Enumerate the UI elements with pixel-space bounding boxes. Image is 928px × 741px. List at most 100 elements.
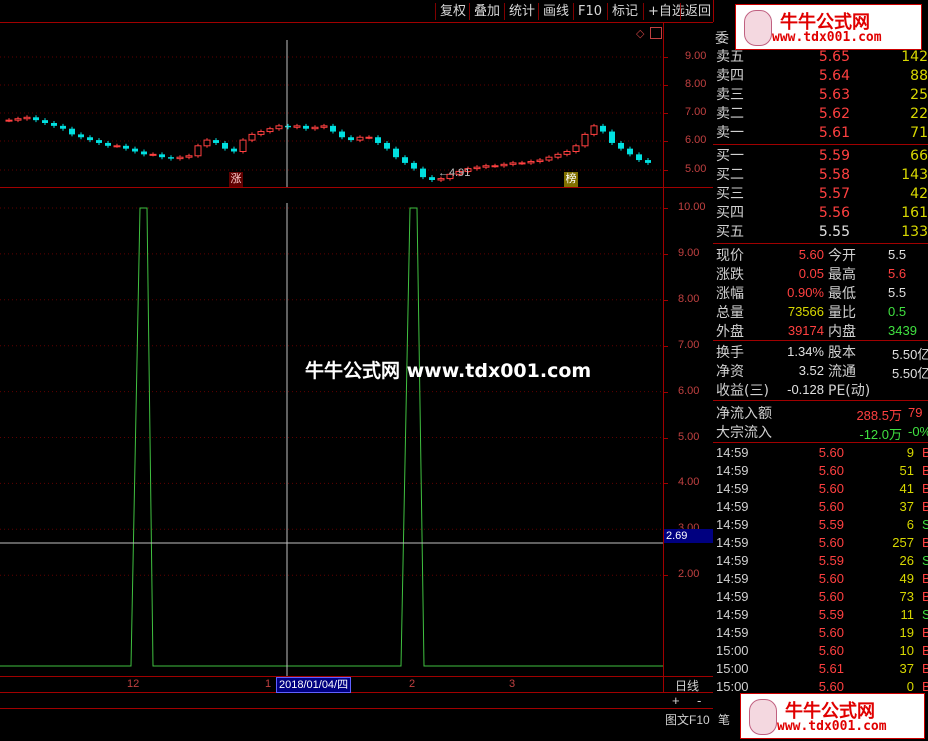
quote-label: 今开 [828,248,856,264]
book-separator [713,144,928,145]
ask-row[interactable]: 卖二 5.62 22 [716,105,928,124]
candle-body [78,134,84,138]
axis-tick-mark [663,345,668,347]
candle-body [518,162,526,165]
bid-row[interactable]: 买四 5.56 161 [716,204,928,223]
tick-time: 14:59 [716,589,749,604]
candle-body [527,160,535,164]
axis-tick-mark [663,575,668,577]
tick-volume: 9 [906,445,914,460]
candle-body [420,168,426,178]
logo-url: www.tdx001.com [772,30,882,45]
candle-body [491,165,499,168]
f10-button[interactable]: F10 [573,3,606,20]
tick-price: 5.60 [818,445,844,460]
ask-row[interactable]: 卖四 5.64 88 [716,67,928,86]
candle-body [33,117,39,121]
indicator-line [0,207,663,667]
bid-volume: 143 [901,167,928,183]
logo-bottom: 牛牛公式网 www.tdx001.com [740,693,925,739]
candle-body [168,157,174,159]
candle-body [239,139,247,152]
tab-f10-graphic[interactable]: 图文F10 [665,711,710,728]
tick-volume: 37 [899,661,914,676]
candle-body [375,137,381,143]
bid-price: 5.56 [818,205,850,221]
tick-time: 14:59 [716,499,749,514]
candle-body [545,156,553,161]
tick-row: 14:59 5.60 49 B [716,570,928,588]
stats-separator [713,340,928,341]
tick-time: 14:59 [716,481,749,496]
indicator-chart[interactable] [0,188,663,676]
limit-up-marker[interactable]: 涨 [229,172,243,187]
stats-label: 净资 [716,364,744,380]
period-label[interactable]: 日线 [675,677,699,694]
bid-label: 买五 [716,224,744,240]
candle-body [356,136,364,141]
ask-row[interactable]: 卖一 5.61 71 [716,124,928,143]
candle-body [536,159,544,162]
tick-row: 14:59 5.60 51 B [716,462,928,480]
candle-body [42,120,48,123]
tick-row: 14:59 5.59 26 S [716,552,928,570]
zoom-in-button[interactable]: + [672,693,680,708]
ranking-marker[interactable]: 榜 [564,172,578,187]
ask-row[interactable]: 卖五 5.65 142 [716,48,928,67]
tick-direction: B [922,463,928,478]
candle-body [185,155,193,158]
candle-body [203,139,211,147]
logo-top: 牛牛公式网 www.tdx001.com [735,4,922,50]
axis-tick-mark [663,437,668,439]
tick-volume: 37 [899,499,914,514]
bid-label: 买一 [716,148,744,164]
tick-volume: 6 [906,517,914,532]
bid-row[interactable]: 买五 5.55 133 [716,223,928,242]
kline-chart[interactable] [0,23,663,187]
ask-label: 卖二 [716,106,744,122]
tick-price: 5.59 [818,607,844,622]
tab-trades[interactable]: 笔 [718,711,730,728]
ask-volume: 22 [910,106,928,122]
watermark-text: 牛牛公式网 www.tdx001.com [305,360,592,382]
tick-direction: B [922,445,928,460]
ask-price: 5.62 [818,106,850,122]
tick-volume: 73 [899,589,914,604]
candle-body [69,128,75,135]
bid-label: 买四 [716,205,744,221]
bid-row[interactable]: 买二 5.58 143 [716,166,928,185]
tick-time: 15:00 [716,661,749,676]
bid-row[interactable]: 买三 5.57 42 [716,185,928,204]
flow-value: -12.0万 [859,427,902,442]
overlay-button[interactable]: 叠加 [469,3,504,20]
zoom-out-button[interactable]: - [697,693,701,708]
value-axis-tick: 7.00 [678,338,700,351]
back-button[interactable]: 返回 [680,3,715,20]
axis-tick-mark [663,483,668,485]
ask-price: 5.63 [818,87,850,103]
candle-body [563,151,571,155]
tick-row: 14:59 5.59 11 S [716,606,928,624]
quote-value: 5.5 [888,285,907,300]
tick-volume: 26 [899,553,914,568]
candle-body [231,148,237,152]
tick-volume: 49 [899,571,914,586]
restore-rights-button[interactable]: 复权 [435,3,470,20]
tick-price: 5.61 [818,661,844,676]
axis-tick-mark [663,253,668,255]
candle-body [23,116,31,120]
candle-body [627,148,633,155]
ask-label: 卖三 [716,87,744,103]
date-axis-bottom [0,692,713,693]
axis-tick-mark [663,141,668,142]
bid-row[interactable]: 买一 5.59 66 [716,147,928,166]
candle-body [87,137,93,141]
draw-line-button[interactable]: 画线 [538,3,573,20]
bid-label: 买三 [716,186,744,202]
statistics-button[interactable]: 统计 [504,3,539,20]
candle-body [500,163,508,167]
ask-row[interactable]: 卖三 5.63 25 [716,86,928,105]
axis-tick-mark [663,170,668,171]
mark-button[interactable]: 标记 [607,3,642,20]
candle-body [105,142,111,146]
